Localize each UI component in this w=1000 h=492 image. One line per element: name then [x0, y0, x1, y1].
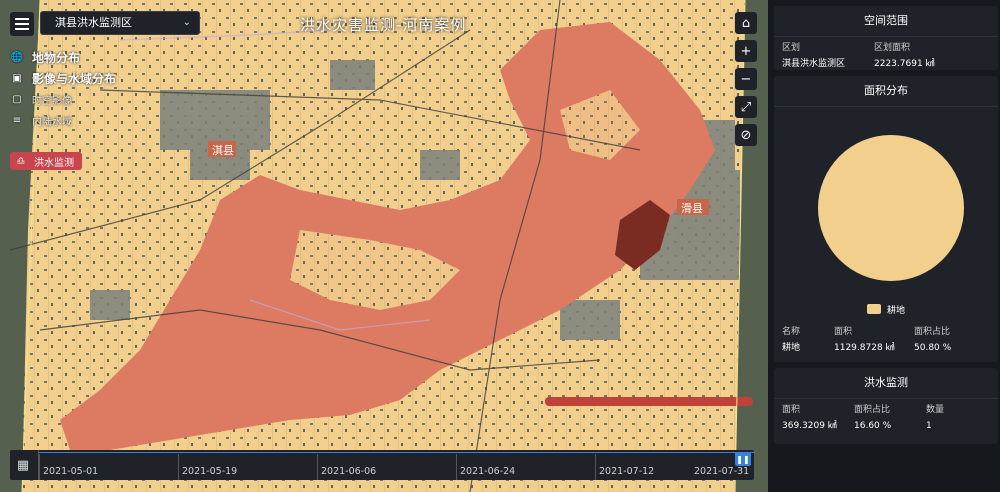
legend-swatch — [866, 304, 881, 314]
home-icon[interactable]: ⌂ — [735, 12, 757, 34]
layer-item-label: 地物分布 — [32, 51, 81, 65]
region-select-value: 淇县洪水监测区 — [55, 16, 132, 29]
landcover-ratio: 50.80 % — [914, 343, 952, 353]
zoom-out-icon[interactable]: − — [735, 68, 757, 90]
image-icon: ▣ — [12, 73, 22, 84]
column-header: 名称 — [782, 327, 801, 337]
timeline-track[interactable]: 2021-05-01 2021-05-19 2021-06-06 2021-06… — [38, 450, 755, 480]
chevron-down-icon: ⌄ — [182, 17, 191, 28]
bell-icon: ♎ — [16, 155, 26, 167]
list-icon: ≡ — [12, 115, 22, 126]
region-area: 2223.7691 ㎢ — [874, 59, 935, 69]
column-header: 面积占比 — [914, 327, 951, 337]
region-name: 淇县洪水监测区 — [782, 59, 846, 69]
menu-button[interactable] — [10, 12, 34, 36]
fullscreen-icon[interactable]: ⤢ — [735, 96, 757, 118]
timeline-tick[interactable]: 2021-05-19 — [178, 454, 237, 480]
landcover-name: 耕地 — [782, 343, 801, 353]
timeline-tick[interactable]: 2021-05-01 — [39, 454, 98, 480]
pie-slice-farmland[interactable] — [818, 135, 964, 281]
spatial-range-card: 空间范围 区划 区划面积 淇县洪水监测区 2223.7691 ㎢ — [774, 6, 998, 70]
globe-icon: 🌐 — [10, 52, 24, 63]
area-distribution-card: 面积分布 耕地 名称 面积 面积占比 耕地 1129.8728 ㎢ 50.80 … — [774, 76, 998, 362]
card-title: 面积分布 — [774, 76, 998, 107]
timeline-tick[interactable]: 2021-07-12 — [595, 454, 654, 480]
pause-icon[interactable]: ❚❚ — [735, 452, 751, 466]
layer-item-label: 内陆水域 — [32, 117, 72, 128]
flood-count: 1 — [926, 421, 932, 431]
zoom-in-icon[interactable]: + — [735, 40, 757, 62]
timeline-progress — [39, 452, 755, 453]
column-header: 区划 — [782, 43, 801, 53]
county-label-qixian: 淇县 — [212, 144, 234, 157]
layer-item-label: 影像与水域分布 — [32, 72, 117, 86]
flood-area: 369.3209 ㎢ — [782, 421, 837, 431]
map-title: 洪水灾害监测-河南案例 — [300, 16, 467, 34]
column-header: 数量 — [926, 405, 945, 415]
card-title: 洪水监测 — [774, 368, 998, 399]
column-header: 面积占比 — [854, 405, 891, 415]
column-header: 面积 — [834, 327, 853, 337]
map-view[interactable]: 淇县 滑县 洪水灾害监测-河南案例 淇县洪水监测区 ⌄ 🌐 地物分布 ▣ 影像与… — [0, 0, 768, 492]
layer-item-label: 时空影像 — [32, 96, 72, 107]
map-toolbar: ⌂ + − ⤢ ⊘ — [735, 12, 757, 152]
legend-label: 耕地 — [886, 305, 905, 316]
flood-monitor-card: 洪水监测 面积 面积占比 数量 369.3209 ㎢ 16.60 % 1 — [774, 368, 998, 444]
county-label-huaxian: 滑县 — [681, 202, 703, 215]
layer-list: 🌐 地物分布 ▣ 影像与水域分布 ▢ 时空影像 ≡ 内陆水域 — [10, 47, 116, 131]
layer-item-timeseries-imagery[interactable]: ▢ 时空影像 — [10, 89, 116, 110]
pie-chart — [774, 107, 998, 287]
photo-frame-icon: ▢ — [12, 94, 22, 105]
eye-slash-icon[interactable]: ⊘ — [735, 124, 757, 146]
flood-monitor-tag[interactable]: ♎ 洪水监测 — [10, 152, 82, 170]
region-select[interactable]: 淇县洪水监测区 ⌄ — [40, 11, 200, 35]
column-header: 面积 — [782, 405, 801, 415]
flood-tag-label: 洪水监测 — [34, 157, 74, 169]
timeline-tick[interactable]: 2021-06-06 — [317, 454, 376, 480]
timeline-tick[interactable]: 2021-06-24 — [456, 454, 515, 480]
calendar-icon[interactable]: ▦ — [10, 450, 36, 480]
card-title: 空间范围 — [774, 6, 998, 37]
layer-item-feature-distribution[interactable]: 🌐 地物分布 — [10, 47, 116, 68]
column-header: 区划面积 — [874, 43, 911, 53]
chart-legend: 耕地 — [774, 299, 998, 319]
flood-ratio: 16.60 % — [854, 421, 892, 431]
layer-item-inland-water[interactable]: ≡ 内陆水域 — [10, 110, 116, 131]
side-panel: 空间范围 区划 区划面积 淇县洪水监测区 2223.7691 ㎢ 面积分布 耕地… — [768, 0, 1000, 492]
landcover-area: 1129.8728 ㎢ — [834, 343, 895, 353]
layer-item-imagery-water[interactable]: ▣ 影像与水域分布 — [10, 68, 116, 89]
timeline[interactable]: ▦ 2021-05-01 2021-05-19 2021-06-06 2021-… — [10, 450, 755, 480]
